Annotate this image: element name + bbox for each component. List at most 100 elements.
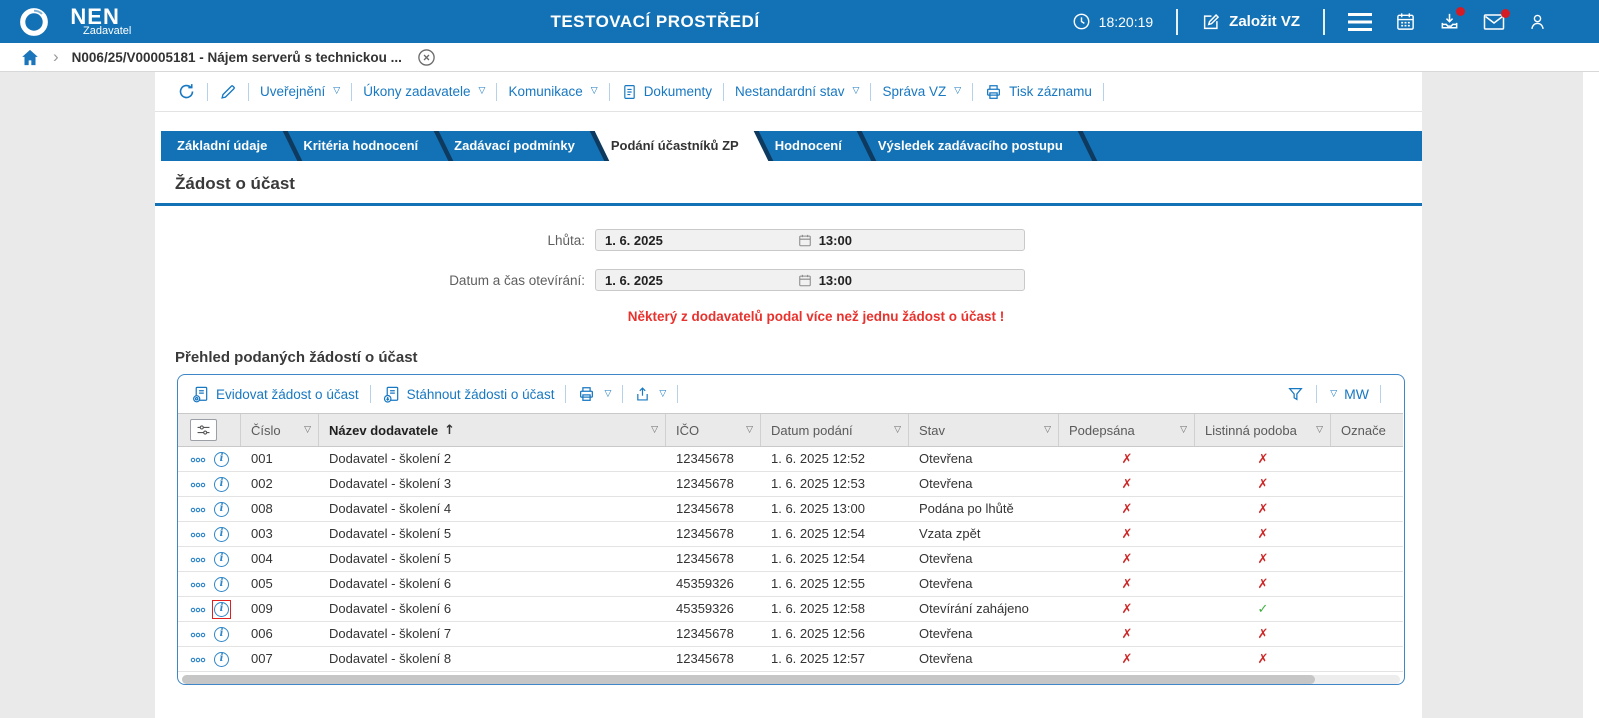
column-header-listinna[interactable]: Listinná podoba ▽ xyxy=(1195,414,1331,446)
row-info-button[interactable]: i xyxy=(214,526,229,542)
column-header-nazev[interactable]: Název dodavatele ↑ ▽ xyxy=(319,414,666,446)
nen-home-logo[interactable]: NEN Zadavatel xyxy=(18,6,131,38)
main-menu-button[interactable] xyxy=(1348,12,1372,31)
download-requests-button[interactable]: Stáhnout žádosti o účast xyxy=(382,385,554,404)
row-info-button[interactable]: i xyxy=(214,451,229,467)
row-menu-button[interactable] xyxy=(190,472,206,496)
row-menu-button[interactable] xyxy=(190,572,206,596)
grid-settings-button[interactable] xyxy=(190,419,217,441)
row-info-button[interactable]: i xyxy=(214,551,229,567)
cell-cislo: 007 xyxy=(251,651,273,666)
cell-oznac xyxy=(1331,472,1403,496)
close-circle-icon xyxy=(417,48,436,67)
cross-icon: ✗ xyxy=(1257,627,1269,642)
filter-caret-icon[interactable]: ▽ xyxy=(304,425,311,435)
refresh-button[interactable] xyxy=(177,82,196,101)
tab-zadavaci-podminky[interactable]: Zadávací podmínky xyxy=(438,131,593,161)
cell-podepsana: ✗ xyxy=(1059,597,1195,621)
table-row: i 001 Dodavatel - školení 2 12345678 1. 6. 2… xyxy=(178,447,1403,472)
create-vz-button[interactable]: Založit VZ xyxy=(1201,12,1300,32)
chevron-down-icon: ▽ xyxy=(1330,388,1338,399)
komunikace-menu[interactable]: Komunikace ▽ xyxy=(508,84,597,99)
brand-role: Zadavatel xyxy=(83,25,132,37)
column-header-stav[interactable]: Stav ▽ xyxy=(909,414,1059,446)
row-info-button[interactable]: i xyxy=(214,576,229,592)
mw-label: MW xyxy=(1344,386,1369,402)
column-header-ico[interactable]: IČO ▽ xyxy=(666,414,761,446)
filter-button[interactable] xyxy=(1286,385,1305,403)
form-row-lhuta: Lhůta: 1. 6. 2025 13:00 xyxy=(155,229,1422,251)
chevron-down-icon: ▽ xyxy=(478,86,486,96)
oteviranie-field[interactable]: 1. 6. 2025 13:00 xyxy=(595,269,1025,291)
deadline-form: Lhůta: 1. 6. 2025 13:00 Datum a čas otev… xyxy=(155,229,1422,291)
tab-zakladni-udaje[interactable]: Základní údaje xyxy=(161,131,286,161)
cross-icon: ✗ xyxy=(1257,552,1269,567)
row-menu-button[interactable] xyxy=(190,647,206,671)
cell-nazev: Dodavatel - školení 5 xyxy=(329,526,452,541)
cell-oznac xyxy=(1331,647,1403,671)
cell-datum: 1. 6. 2025 12:54 xyxy=(771,526,865,541)
filter-caret-icon[interactable]: ▽ xyxy=(1180,425,1187,435)
column-header-oznac[interactable]: Označe xyxy=(1331,414,1403,446)
row-menu-button[interactable] xyxy=(190,497,206,521)
duplicate-request-warning: Některý z dodavatelů podal více než jedn… xyxy=(627,309,1005,324)
column-header-cislo[interactable]: Číslo ▽ xyxy=(241,414,319,446)
home-button[interactable] xyxy=(20,48,40,67)
filter-caret-icon[interactable]: ▽ xyxy=(746,425,753,435)
messages-button[interactable] xyxy=(1483,8,1510,31)
row-info-button[interactable]: i xyxy=(214,601,229,617)
filter-caret-icon[interactable]: ▽ xyxy=(1316,425,1323,435)
row-info-button[interactable]: i xyxy=(214,651,229,667)
row-menu-button[interactable] xyxy=(190,522,206,546)
row-info-button[interactable]: i xyxy=(214,626,229,642)
nestandardni-stav-menu-label: Nestandardní stav xyxy=(734,84,845,99)
profile-button[interactable] xyxy=(1528,12,1547,32)
register-request-button[interactable]: Evidovat žádost o účast xyxy=(191,385,359,404)
lhuta-field[interactable]: 1. 6. 2025 13:00 xyxy=(595,229,1025,251)
mw-menu-button[interactable]: ▽ MW xyxy=(1328,386,1369,402)
filter-caret-icon[interactable]: ▽ xyxy=(1044,425,1051,435)
column-header-podepsana[interactable]: Podepsána ▽ xyxy=(1059,414,1195,446)
filter-caret-icon[interactable]: ▽ xyxy=(651,425,658,435)
tisk-zaznamu-button[interactable]: Tisk záznamu xyxy=(984,83,1092,101)
close-record-button[interactable] xyxy=(417,48,436,67)
tab-hodnoceni[interactable]: Hodnocení xyxy=(758,131,860,161)
cell-podepsana: ✗ xyxy=(1059,547,1195,571)
grid-toolbar-right: ▽ MW xyxy=(1286,385,1392,403)
downloads-badge xyxy=(1456,7,1465,16)
export-menu-button[interactable]: ▽ xyxy=(634,385,666,403)
tab-vysledek-zadavaciho-postupu[interactable]: Výsledek zadávacího postupu xyxy=(861,131,1081,161)
cell-stav: Otevřena xyxy=(919,451,973,466)
table-row: i 005 Dodavatel - školení 6 45359326 1. 6. 2… xyxy=(178,572,1403,597)
nestandardni-stav-menu[interactable]: Nestandardní stav ▽ xyxy=(735,84,859,99)
downloads-button[interactable] xyxy=(1439,7,1465,32)
cross-icon: ✗ xyxy=(1257,652,1269,667)
info-frame: i xyxy=(212,450,231,469)
tab-podani-ucastniku-zp[interactable]: Podání účastníků ZP xyxy=(594,131,757,161)
row-menu-button[interactable] xyxy=(190,447,206,471)
dokumenty-button-label: Dokumenty xyxy=(643,84,712,99)
row-info-button[interactable]: i xyxy=(214,501,229,517)
filter-caret-icon[interactable]: ▽ xyxy=(894,425,901,435)
row-menu-button[interactable] xyxy=(190,547,206,571)
column-header-datum[interactable]: Datum podání ▽ xyxy=(761,414,909,446)
dokumenty-button[interactable]: Dokumenty xyxy=(621,83,712,101)
sprava-vz-menu[interactable]: Správa VZ ▽ xyxy=(882,84,961,99)
tab-kriteria-hodnoceni[interactable]: Kritéria hodnocení xyxy=(287,131,437,161)
row-menu-button[interactable] xyxy=(190,622,206,646)
horizontal-scrollbar-thumb[interactable] xyxy=(182,675,1315,684)
edit-button[interactable] xyxy=(219,83,237,101)
calendar-button[interactable] xyxy=(1395,11,1416,32)
cell-ico: 12345678 xyxy=(676,626,734,641)
toolbar-separator xyxy=(1316,385,1318,403)
ukony-zadavatele-menu[interactable]: Úkony zadavatele ▽ xyxy=(363,84,485,99)
header-actions: 18:20:19 Založit VZ xyxy=(1072,7,1599,35)
ukony-zadavatele-menu-label: Úkony zadavatele xyxy=(363,84,471,99)
uverejneni-menu[interactable]: Uveřejnění ▽ xyxy=(260,84,340,99)
row-menu-button[interactable] xyxy=(190,597,206,621)
print-menu-button[interactable]: ▽ xyxy=(577,385,611,403)
horizontal-scrollbar-track[interactable] xyxy=(182,675,1400,684)
row-info-button[interactable]: i xyxy=(214,476,229,492)
breadcrumb-item[interactable]: N006/25/V00005181 - Nájem serverů s tech… xyxy=(72,50,402,65)
header-separator xyxy=(1176,8,1179,35)
